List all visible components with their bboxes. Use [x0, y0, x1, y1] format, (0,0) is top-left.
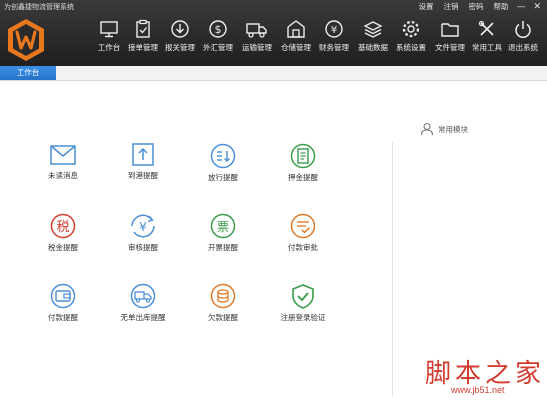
tab-bar: 工作台	[0, 66, 547, 81]
clipboard-check-icon	[136, 19, 150, 38]
toolbar-label: 报关管理	[165, 43, 195, 52]
tile-register-login-verify[interactable]: 注册登录验证	[268, 283, 338, 323]
top-links: 设置 注销 密码 帮助 — ✕	[408, 1, 541, 12]
toolbar-forex[interactable]: $ 外汇管理	[197, 14, 239, 62]
release-list-icon	[210, 143, 236, 169]
yen-circle-icon: ¥	[325, 20, 343, 38]
minimize-button[interactable]: —	[516, 2, 525, 12]
toolbar-label: 外汇管理	[203, 43, 233, 52]
settings-link[interactable]: 设置	[418, 1, 433, 12]
tile-label: 税金提醒	[48, 243, 78, 252]
yen-refresh-icon: ¥	[131, 214, 155, 238]
toolbar-customs[interactable]: 报关管理	[159, 14, 201, 62]
toolbar-settings[interactable]: 系统设置	[390, 14, 432, 62]
monitor-icon	[100, 21, 118, 38]
tile-label: 审核提醒	[128, 243, 158, 252]
power-icon	[515, 21, 531, 38]
toolbar-basedata[interactable]: 基础数据	[352, 14, 394, 62]
toolbar-label: 退出系统	[508, 43, 538, 52]
toolbar-finance[interactable]: ¥ 财务管理	[313, 14, 355, 62]
common-modules-label: 常用模块	[438, 124, 468, 134]
warehouse-icon	[287, 20, 305, 38]
shield-check-icon	[292, 284, 314, 309]
tile-label: 放行提醒	[208, 173, 238, 182]
password-link[interactable]: 密码	[468, 1, 483, 12]
invoice-glyph: 票	[217, 220, 229, 234]
wallet-icon	[50, 283, 76, 309]
watermark-url: www.jb51.net	[451, 385, 505, 395]
invoice-icon: 票	[210, 213, 236, 239]
toolbar-files[interactable]: 文件管理	[429, 14, 471, 62]
close-button[interactable]: ✕	[533, 2, 541, 12]
tile-label: 注册登录验证	[280, 313, 326, 322]
download-circle-icon	[171, 20, 189, 38]
app-logo	[8, 19, 44, 61]
panel-divider	[392, 142, 393, 396]
tile-label: 未读消息	[48, 171, 78, 180]
toolbar-warehouse[interactable]: 仓储管理	[275, 14, 317, 62]
arrow-box-icon	[132, 143, 154, 166]
toolbar-label: 系统设置	[396, 43, 426, 52]
tile-label: 到港提醒	[128, 171, 158, 180]
tile-release-reminder[interactable]: 放行提醒	[188, 143, 258, 183]
tile-label: 押金提醒	[288, 173, 318, 182]
tile-label: 付款审批	[288, 243, 318, 252]
tile-arrival-reminder[interactable]: 到港提醒	[108, 143, 178, 181]
yen-glyph: ¥	[139, 220, 147, 234]
logout-link[interactable]: 注销	[443, 1, 458, 12]
toolbar-label: 财务管理	[319, 43, 349, 52]
tile-deposit-reminder[interactable]: 押金提醒	[268, 143, 338, 183]
common-modules[interactable]: 常用模块	[420, 122, 468, 136]
help-link[interactable]: 帮助	[493, 1, 508, 12]
tools-icon	[478, 20, 494, 36]
debt-coins-icon	[210, 283, 236, 309]
approval-icon	[290, 213, 316, 239]
toolbar-label: 接单管理	[128, 43, 158, 52]
tab-workbench[interactable]: 工作台	[0, 66, 56, 80]
toolbar-label: 运输管理	[242, 43, 272, 52]
svg-text:$: $	[215, 23, 222, 36]
tile-payment-approval[interactable]: 付款审批	[268, 213, 338, 253]
tile-payment-reminder[interactable]: 付款提醒	[28, 283, 98, 323]
tile-audit-reminder[interactable]: ¥ 审核提醒	[108, 213, 178, 253]
toolbar-label: 基础数据	[358, 43, 388, 52]
tile-unread-messages[interactable]: 未读消息	[28, 143, 98, 181]
tile-debt-reminder[interactable]: 欠款提醒	[188, 283, 258, 323]
app-title: 为创鑫捷物流管理系统	[4, 3, 74, 11]
tile-label: 欠款提醒	[208, 313, 238, 322]
svg-text:¥: ¥	[331, 25, 337, 36]
truck-icon	[246, 23, 267, 38]
tile-label: 付款提醒	[48, 313, 78, 322]
deposit-doc-icon	[290, 143, 316, 169]
envelope-icon	[50, 145, 76, 165]
tile-invoice-reminder[interactable]: 票 开票提醒	[188, 213, 258, 253]
gear-icon	[402, 20, 420, 38]
tile-label: 无单出库提醒	[120, 313, 166, 322]
folder-icon	[441, 23, 459, 37]
top-bar: 为创鑫捷物流管理系统 设置 注销 密码 帮助 — ✕ 工作台 接单管理 报关管理…	[0, 0, 547, 66]
outbound-truck-icon	[130, 283, 156, 309]
tax-icon: 税	[50, 213, 76, 239]
tile-tax-reminder[interactable]: 税 税金提醒	[28, 213, 98, 253]
toolbar-label: 仓储管理	[281, 43, 311, 52]
toolbar-label: 文件管理	[435, 43, 465, 52]
tax-glyph: 税	[56, 220, 69, 235]
tile-label: 开票提醒	[208, 243, 238, 252]
layers-icon	[363, 21, 383, 38]
toolbar-transport[interactable]: 运输管理	[236, 14, 278, 62]
tile-no-order-outbound[interactable]: 无单出库提醒	[108, 283, 178, 323]
toolbar-orders[interactable]: 接单管理	[122, 14, 164, 62]
toolbar-exit[interactable]: 退出系统	[502, 14, 544, 62]
dollar-circle-icon: $	[209, 20, 227, 38]
user-icon	[420, 122, 434, 136]
